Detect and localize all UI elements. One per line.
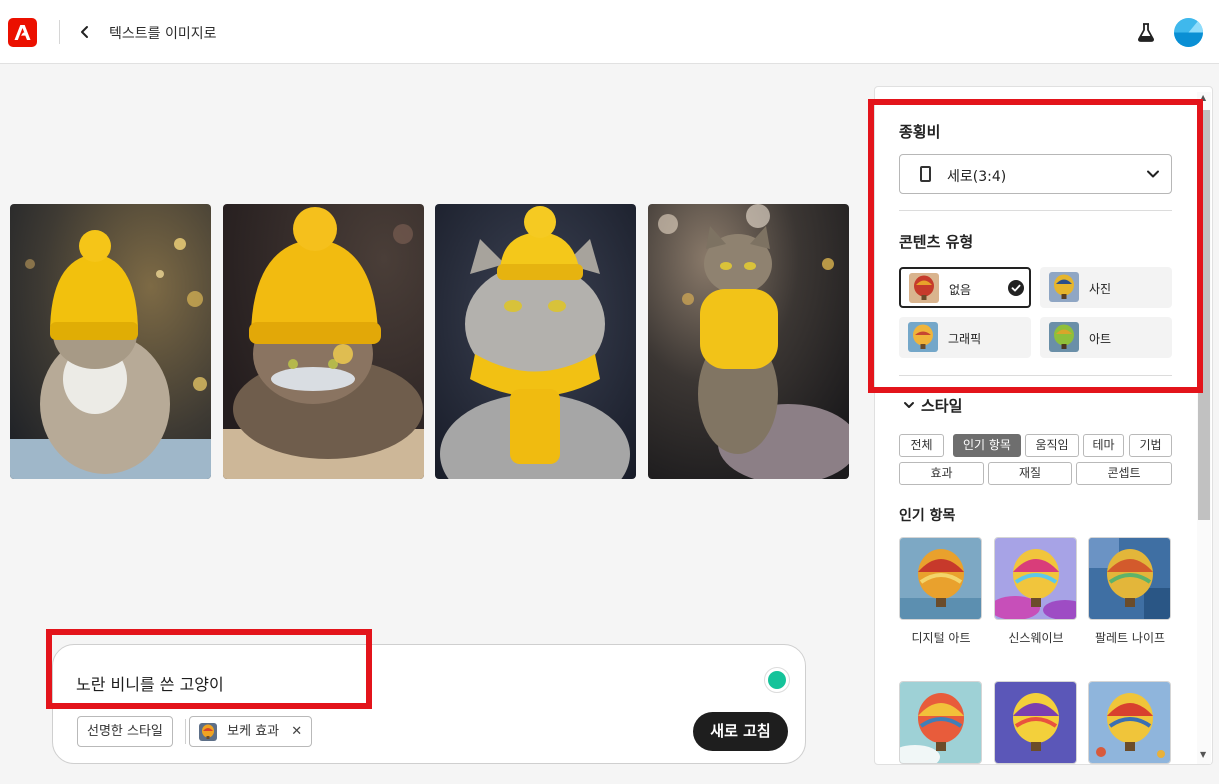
section-divider (899, 375, 1172, 376)
content-type-label: 사진 (1089, 282, 1112, 296)
content-type-graphic[interactable]: 그래픽 (899, 317, 1031, 358)
style-thumb-label: 팔레트 나이프 (1094, 631, 1166, 645)
style-thumb-synthwave[interactable] (994, 537, 1077, 620)
grammarly-icon[interactable] (764, 667, 790, 693)
avatar[interactable] (1174, 18, 1203, 47)
style-tag-movement[interactable]: 움직임 (1025, 434, 1079, 457)
header-divider (59, 20, 60, 44)
style-thumb-label: 디지털 아트 (911, 631, 971, 645)
content-type-photo[interactable]: 사진 (1040, 267, 1172, 308)
content-type-label: 그래픽 (948, 332, 982, 346)
style-chip-vivid[interactable]: 선명한 스타일 (77, 716, 173, 747)
generated-image-4[interactable] (648, 204, 849, 479)
prompt-box[interactable]: 노란 비니를 쓴 고양이 선명한 스타일 보케 효과 ✕ 새로 고침 (52, 644, 806, 764)
content-type-label: 없음 (949, 283, 972, 297)
scroll-down-icon[interactable]: ▼ (1200, 750, 1206, 759)
portrait-icon (920, 166, 931, 182)
scrollbar-thumb[interactable] (1198, 110, 1210, 520)
content-type-art[interactable]: 아트 (1040, 317, 1172, 358)
generated-image-1[interactable] (10, 204, 211, 479)
flask-icon (1138, 23, 1154, 42)
checkmark-icon (1008, 280, 1024, 296)
style-chip-bokeh[interactable]: 보케 효과 ✕ (189, 716, 313, 747)
popular-section-title: 인기 항목 (899, 508, 956, 524)
aspect-ratio-title: 종횡비 (899, 123, 941, 141)
aspect-ratio-value: 세로(3:4) (947, 169, 1007, 185)
chevron-down-icon (904, 402, 914, 408)
style-tag-popular[interactable]: 인기 항목 (953, 434, 1021, 457)
style-tag-material[interactable]: 재질 (988, 462, 1072, 485)
style-tag-theme[interactable]: 테마 (1083, 434, 1124, 457)
chevron-down-icon (1147, 170, 1159, 178)
chevron-left-icon (81, 26, 88, 38)
content-type-label: 아트 (1089, 332, 1112, 346)
content-type-none[interactable]: 없음 (899, 267, 1031, 308)
balloon-thumb-icon (908, 322, 938, 352)
style-thumb-4[interactable] (899, 681, 982, 764)
style-thumb-digital-art[interactable] (899, 537, 982, 620)
balloon-thumb-icon (1049, 272, 1079, 302)
style-thumb-6[interactable] (1088, 681, 1171, 764)
page-title: 텍스트를 이미지로 (109, 26, 217, 42)
remove-chip-icon[interactable]: ✕ (291, 724, 302, 739)
prompt-input[interactable]: 노란 비니를 쓴 고양이 (76, 671, 224, 695)
refresh-button[interactable]: 새로 고침 (693, 712, 788, 751)
adobe-logo-icon[interactable] (8, 18, 37, 47)
generated-image-2[interactable] (223, 204, 424, 479)
top-bar: 텍스트를 이미지로 (0, 0, 1219, 64)
generated-image-3[interactable] (435, 204, 636, 479)
style-tag-all[interactable]: 전체 (899, 434, 944, 457)
balloon-thumb-icon (1049, 322, 1079, 352)
content-type-title: 콘텐츠 유형 (899, 233, 974, 251)
style-thumb-5[interactable] (994, 681, 1077, 764)
chip-divider (185, 719, 186, 744)
style-thumb-palette-knife[interactable] (1088, 537, 1171, 620)
scroll-up-icon[interactable]: ▲ (1200, 93, 1206, 102)
section-divider (899, 210, 1172, 211)
style-tag-effect[interactable]: 효과 (899, 462, 984, 485)
chip-label: 선명한 스타일 (87, 724, 163, 739)
aspect-ratio-dropdown[interactable]: 세로(3:4) (899, 154, 1172, 194)
style-tag-concept[interactable]: 콘셉트 (1076, 462, 1172, 485)
balloon-thumb-icon (909, 273, 939, 303)
chip-label: 보케 효과 (227, 724, 280, 739)
balloon-thumb-icon (199, 722, 217, 741)
style-thumb-label: 신스웨이브 (1008, 631, 1064, 645)
style-section-toggle[interactable]: 스타일 (903, 395, 962, 416)
style-tag-technique[interactable]: 기법 (1129, 434, 1172, 457)
labs-flask-button[interactable] (1136, 20, 1156, 44)
back-button[interactable] (74, 20, 96, 44)
style-title: 스타일 (921, 397, 963, 415)
